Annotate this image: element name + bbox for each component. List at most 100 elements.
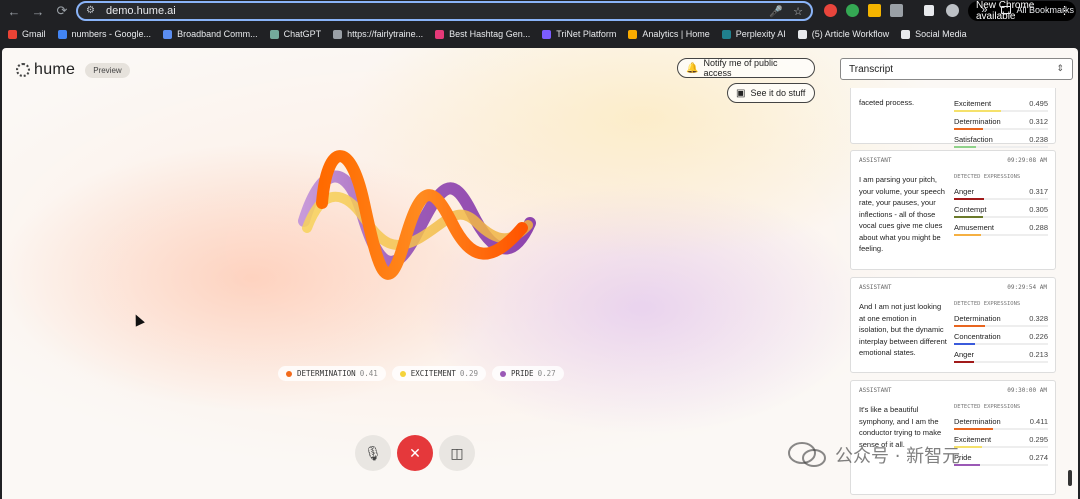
expression-bar-fill [954,110,1001,112]
expression-chip: EXCITEMENT 0.29 [391,366,486,381]
address-bar[interactable]: ⚙ demo.hume.ai 🎤 ☆ [76,1,813,21]
scrollbar[interactable] [1068,470,1072,486]
expression-bar-track [954,325,1048,327]
reload-icon[interactable]: ⟳ [52,1,72,21]
sidepanel-icon[interactable] [924,5,934,16]
expression-name: Satisfaction [954,135,993,144]
message-time: 09:29:08 AM [1007,157,1047,164]
bookmark-favicon-icon [435,29,445,39]
logo-text: hume [34,61,76,78]
bookmark-label: numbers - Google... [71,29,152,39]
microphone-icon[interactable]: 🎤 [769,5,783,18]
expression-bar-fill [954,198,984,200]
bookmark-label: Broadband Comm... [177,29,258,39]
expression-score: 0.41 [359,369,378,378]
expression-name: Determination [954,314,1001,323]
expression-bar-track [954,234,1048,236]
bookmark-favicon-icon [57,29,67,39]
bookmark-item[interactable]: Broadband Comm... [163,29,258,39]
expression-name: PRIDE [510,369,534,378]
profile-avatar[interactable] [946,4,959,17]
watermark-text: 公众号 · 新智元 [835,446,961,467]
expression-score: 0.238 [1029,135,1048,144]
notify-button[interactable]: 🔔 Notify me of public access [677,58,815,78]
message-text: I am parsing your pitch, your volume, yo… [859,175,945,253]
expression-bar-fill [954,343,976,345]
see-label: See it do stuff [750,88,806,98]
hume-logo[interactable]: hume Preview [16,61,130,79]
toggle-panel-button[interactable]: ◫ [439,435,475,471]
bookmark-item[interactable]: TriNet Platform [542,29,616,39]
message-time: 09:30:00 AM [1007,387,1047,394]
watermark: 公众号 · 新智元 [787,441,960,469]
extension-icon[interactable] [868,4,881,17]
expression-chip: DETERMINATION 0.41 [278,366,386,381]
bookmark-item[interactable]: https://fairlytraine... [333,29,423,39]
expression-bar-track [954,216,1048,218]
folder-icon [1001,6,1012,14]
expression-score: 0.328 [1029,314,1048,323]
detected-expressions-label: DETECTED EXPRESSIONS [954,301,1021,307]
message-role: ASSISTANT [859,157,892,164]
see-it-do-stuff-button[interactable]: ▣ See it do stuff [727,83,815,103]
bookmark-favicon-icon [901,29,911,39]
end-call-button[interactable]: ✕ [397,435,433,471]
transcript-card: faceted process.DETECTED EXPRESSIONSExci… [850,88,1056,148]
expression-name: EXCITEMENT [410,369,456,378]
expression-bar-track [954,128,1048,130]
all-bookmarks[interactable]: » All Bookmarks [981,4,1074,16]
expression-name: Determination [954,417,1001,426]
expression-bar-fill [954,361,975,363]
expression-bar-track [954,361,1048,363]
expression-chip: PRIDE 0.27 [491,366,564,381]
expression-row: Amusement 0.288 [954,223,1048,241]
expression-score: 0.411 [1029,417,1048,426]
expression-score: 0.288 [1029,223,1048,232]
notify-label: Notify me of public access [703,58,778,78]
puzzle-icon[interactable] [890,4,903,17]
expression-score: 0.29 [459,369,478,378]
bookmark-item[interactable]: Best Hashtag Gen... [435,29,530,39]
chevron-updown-icon: ⇕ [1056,63,1064,73]
hume-logo-icon [16,63,30,77]
bookmark-item[interactable]: Perplexity AI [721,29,786,39]
bookmark-item[interactable]: Social Media [901,29,967,39]
expression-bar-track [954,198,1048,200]
back-icon[interactable]: ← [4,1,24,21]
transcript-card: ASSISTANT 09:30:00 AM It's like a beautifu… [850,380,1056,495]
bookmark-label: https://fairlytraine... [347,29,424,39]
site-settings-icon[interactable]: ⚙ [86,6,98,16]
hume-page: hume Preview 🔔 Notify me of public acces… [2,48,1078,499]
bookmark-label: Best Hashtag Gen... [449,29,531,39]
bookmark-item[interactable]: numbers - Google... [57,29,152,39]
transcript-panel[interactable]: faceted process. DETECTED EXPRESSIONS Exci… [850,88,1056,499]
bookmark-item[interactable]: ChatGPT [269,29,322,39]
overflow-chevron-icon[interactable]: » [981,4,987,16]
expression-name: Amusement [954,223,995,232]
expression-name: Determination [954,117,1001,126]
forward-icon[interactable]: → [28,1,48,21]
transcript-select[interactable]: Transcript ⇕ [840,58,1073,80]
mic-button[interactable]: 🎙 [355,435,391,471]
expression-score: 0.27 [537,369,556,378]
expression-bar-fill [954,428,993,430]
extension-icon[interactable] [824,4,837,17]
expression-row: Determination 0.411 [954,417,1048,435]
transcript-card: ASSISTANT 09:29:54 AM And I am not just lo… [850,277,1056,373]
bookmark-label: Social Media [915,29,967,39]
bookmark-item[interactable]: Analytics | Home [628,29,710,39]
expression-row: Anger 0.317 [954,187,1048,205]
bookmark-item[interactable]: (5) Article Workflow [797,29,889,39]
bookmark-star-icon[interactable]: ☆ [793,5,803,18]
expression-bar-fill [954,234,982,236]
bookmark-label: ChatGPT [283,29,322,39]
expression-name: Excitement [954,99,992,108]
extension-icon[interactable] [846,4,859,17]
bookmark-favicon-icon [628,29,638,39]
message-time: 09:29:54 AM [1007,284,1047,291]
bookmark-item[interactable]: Gmail [8,29,46,39]
expression-row: Determination 0.328 [954,314,1048,332]
bookmark-favicon-icon [797,29,807,39]
expression-bar-track [954,464,1048,466]
expression-score: 0.495 [1029,99,1048,108]
